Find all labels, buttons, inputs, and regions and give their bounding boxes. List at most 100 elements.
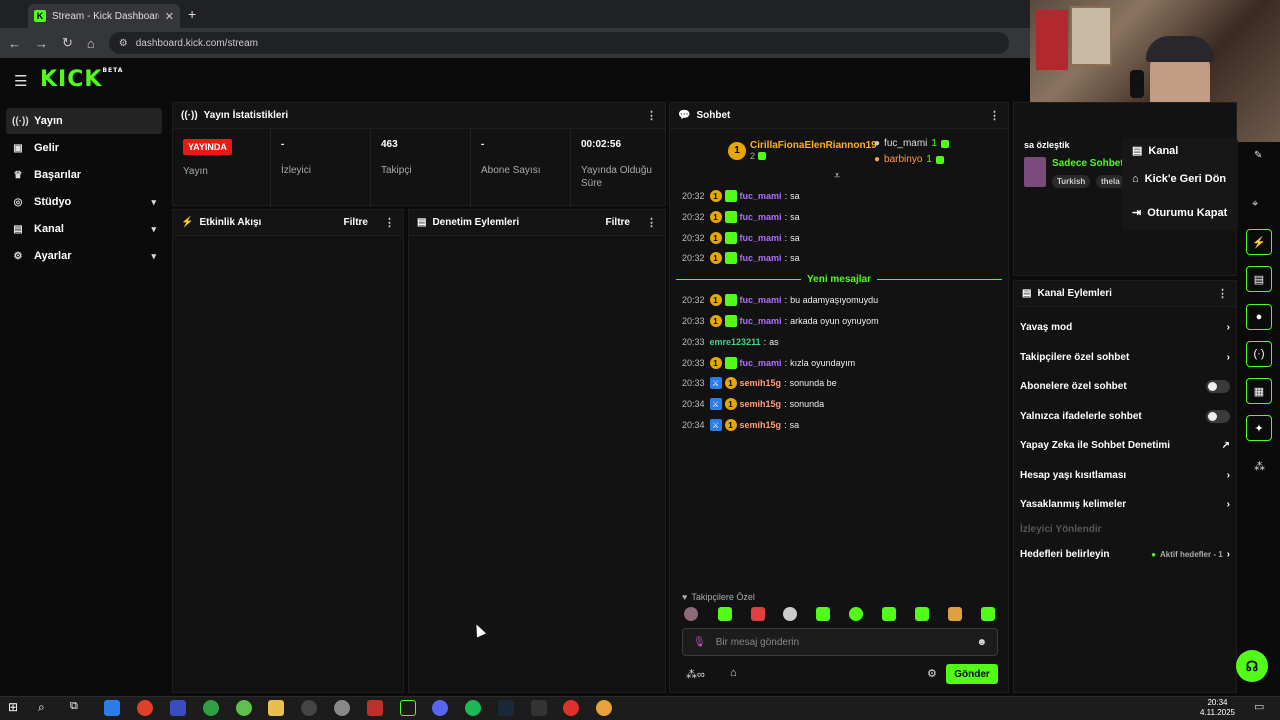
task-view-icon[interactable]: ⧉ <box>70 700 86 716</box>
emote-icon[interactable] <box>816 607 830 621</box>
home-icon[interactable]: ⌂ <box>87 36 95 51</box>
emote-icon[interactable] <box>783 607 797 621</box>
rail-bolt-icon[interactable]: ⚡ <box>1246 229 1272 255</box>
file-explorer-icon[interactable] <box>268 700 284 716</box>
stream-category[interactable]: Sadece Sohbet <box>1052 158 1124 169</box>
chat-message[interactable]: 20:33 1 fuc_mami: arkada oyun oynuyom <box>682 313 879 329</box>
taskbar-clock[interactable]: 20:34 4.11.2025 <box>1200 698 1235 718</box>
steam-icon[interactable] <box>498 700 514 716</box>
search-icon[interactable]: ⌕ <box>38 700 54 716</box>
opera-icon[interactable] <box>563 700 579 716</box>
sidebar-item-yayin[interactable]: ((·)) Yayın <box>6 108 162 134</box>
site-info-icon[interactable]: ⚙ <box>119 38 128 49</box>
msg-user[interactable]: semih15g <box>740 399 782 409</box>
chat-message[interactable]: 20:32 1 fuc_mami: sa <box>682 250 800 266</box>
chat-message[interactable]: 20:34 ⚔ 1 semih15g: sonunda <box>682 396 824 412</box>
more-options-icon[interactable]: ⋮ <box>646 109 657 122</box>
msg-user[interactable]: fuc_mami <box>740 233 782 243</box>
app-icon[interactable] <box>170 700 186 716</box>
chat-message[interactable]: 20:32 1 fuc_mami: sa <box>682 188 800 204</box>
chat-message[interactable]: 20:32 1 fuc_mami: bu adamyaşıyomuydu <box>682 292 878 308</box>
more-options-icon[interactable]: ⋮ <box>1217 287 1228 300</box>
msg-user[interactable]: fuc_mami <box>740 358 782 368</box>
msg-user[interactable]: fuc_mami <box>740 316 782 326</box>
subscribers-only-toggle[interactable] <box>1206 379 1230 393</box>
app-icon[interactable] <box>203 700 219 716</box>
rail-broadcast-icon[interactable]: (·) <box>1246 341 1272 367</box>
menu-item-back-to-kick[interactable]: ⌂ Kick'e Geri Dön <box>1132 173 1226 185</box>
store-icon[interactable] <box>104 700 120 716</box>
expand-pinned-icon[interactable]: ⩡ <box>834 170 840 183</box>
filter-button[interactable]: Filtre <box>606 217 630 228</box>
emote-icon[interactable] <box>915 607 929 621</box>
emote-icon[interactable] <box>849 607 863 621</box>
browser-tab[interactable]: K Stream - Kick Dashboard ✕ <box>28 4 180 28</box>
emote-icon[interactable] <box>981 607 995 621</box>
obs-icon[interactable] <box>301 700 317 716</box>
sidebar-item-gelir[interactable]: ▣ Gelir <box>6 135 162 161</box>
back-icon[interactable]: ← <box>8 36 21 51</box>
more-options-icon[interactable]: ⋮ <box>384 216 395 229</box>
send-button[interactable]: Gönder <box>946 664 998 684</box>
filter-button[interactable]: Filtre <box>344 217 368 228</box>
more-options-icon[interactable]: ⋮ <box>646 216 657 229</box>
gift-icon[interactable]: ⌂ <box>730 667 737 679</box>
notifications-icon[interactable]: ▭ <box>1254 700 1264 713</box>
rail-wrench-icon[interactable]: ✦ <box>1246 415 1272 441</box>
reload-icon[interactable]: ↻ <box>62 35 73 51</box>
action-slow-mode[interactable]: Yavaş mod › <box>1020 317 1230 337</box>
top-user-name[interactable]: fuc_mami <box>884 136 927 152</box>
action-banned-words[interactable]: Yasaklanmış kelimeler › <box>1020 494 1230 514</box>
microphone-icon[interactable]: 🎙 <box>693 637 706 648</box>
focus-icon[interactable]: ⌖ <box>1252 198 1258 211</box>
support-chat-icon[interactable]: ☊ <box>1236 650 1268 682</box>
app-icon[interactable] <box>367 700 383 716</box>
emote-icon[interactable] <box>948 607 962 621</box>
top-user-name[interactable]: barbinyo <box>884 152 922 168</box>
chat-message[interactable]: 20:33 ⚔ 1 semih15g: sonunda be <box>682 375 837 391</box>
msg-user[interactable]: fuc_mami <box>740 191 782 201</box>
app-icon[interactable] <box>236 700 252 716</box>
kick-points-icon[interactable]: ⁂∞ <box>686 668 705 681</box>
chat-message[interactable]: 20:34 ⚔ 1 semih15g: sa <box>682 417 799 433</box>
chat-message[interactable]: 20:32 1 fuc_mami: sa <box>682 230 800 246</box>
pinned-top-gifter[interactable]: 1 CirillaFionaElenRiannon19 2 <box>728 140 877 161</box>
msg-user[interactable]: fuc_mami <box>740 212 782 222</box>
sidebar-item-ayarlar[interactable]: ⚙ Ayarlar ▾ <box>6 243 162 269</box>
forward-icon[interactable]: → <box>35 36 48 51</box>
kick-logo[interactable]: KICKBETA <box>40 67 123 92</box>
msg-user[interactable]: semih15g <box>740 378 782 388</box>
edit-icon[interactable]: ✎ <box>1254 150 1262 161</box>
add-widget-icon[interactable]: ⁂ <box>1254 460 1265 473</box>
chat-message[interactable]: 20:33 emre123211: as <box>682 334 779 350</box>
sidebar-item-studyo[interactable]: ◎ Stüdyo ▾ <box>6 189 162 215</box>
new-tab-icon[interactable]: + <box>188 6 196 22</box>
rail-stats-icon[interactable]: ▦ <box>1246 378 1272 404</box>
epic-games-icon[interactable] <box>531 700 547 716</box>
action-set-goals[interactable]: Hedefleri belirleyin ● Aktif hedefler - 1 › <box>1020 544 1230 564</box>
msg-user[interactable]: semih15g <box>740 420 782 430</box>
action-followers-only[interactable]: Takipçilere özel sohbet › <box>1020 347 1230 367</box>
chat-message[interactable]: 20:33 1 fuc_mami: kızla oyundayım <box>682 355 855 371</box>
more-options-icon[interactable]: ⋮ <box>989 109 1000 122</box>
nvidia-icon[interactable] <box>400 700 416 716</box>
msg-user[interactable]: fuc_mami <box>740 253 782 263</box>
action-ai-moderation[interactable]: Yapay Zeka ile Sohbet Denetimi ↗ <box>1020 435 1230 455</box>
windows-start-icon[interactable]: ⊞ <box>8 700 24 716</box>
close-tab-icon[interactable]: ✕ <box>165 10 174 23</box>
rail-document-icon[interactable]: ▤ <box>1246 266 1272 292</box>
emote-icon[interactable] <box>718 607 732 621</box>
menu-item-logout[interactable]: ⇥ Oturumu Kapat <box>1132 206 1227 220</box>
emoji-icon[interactable]: ☻ <box>976 637 987 648</box>
menu-icon[interactable]: ☰ <box>14 72 27 90</box>
emotes-only-toggle[interactable] <box>1206 409 1230 423</box>
app-icon[interactable] <box>137 700 153 716</box>
chat-message[interactable]: 20:32 1 fuc_mami: sa <box>682 209 800 225</box>
chrome-icon[interactable] <box>596 700 612 716</box>
menu-item-kanal[interactable]: ▤ Kanal <box>1132 144 1178 158</box>
msg-user[interactable]: emre123211 <box>710 337 761 347</box>
settings-icon[interactable] <box>334 700 350 716</box>
rail-chat-icon[interactable]: ● <box>1246 304 1272 330</box>
action-account-age[interactable]: Hesap yaşı kısıtlaması › <box>1020 465 1230 485</box>
msg-user[interactable]: fuc_mami <box>740 295 782 305</box>
